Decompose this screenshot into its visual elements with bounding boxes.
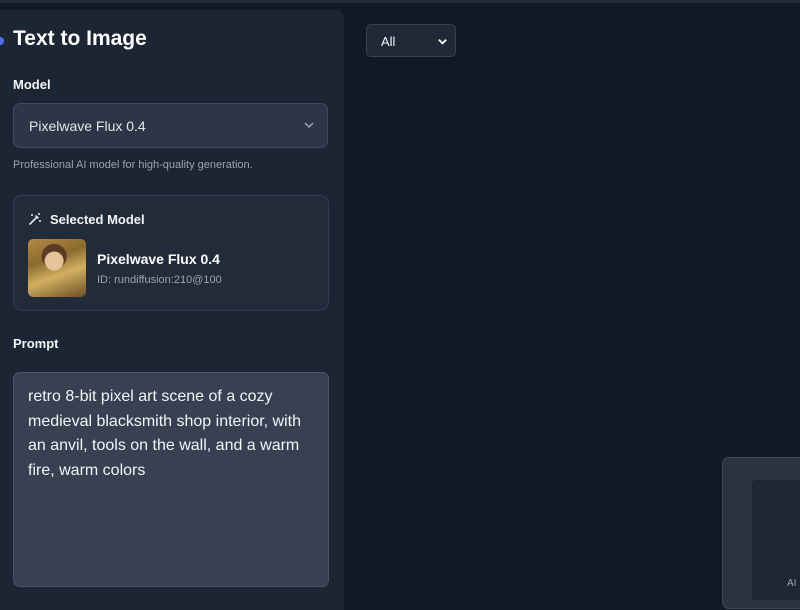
- selected-model-heading: Selected Model: [50, 212, 145, 227]
- filter-select[interactable]: All: [366, 24, 456, 57]
- model-hint: Professional AI model for high-quality g…: [13, 159, 253, 171]
- selected-model-id: ID: rundiffusion:210@100: [97, 274, 222, 286]
- filter-select-value: All: [381, 34, 396, 49]
- prompt-label: Prompt: [13, 336, 59, 351]
- selected-model-card: Selected Model Pixelwave Flux 0.4 ID: ru…: [13, 195, 329, 311]
- model-select-value: Pixelwave Flux 0.4: [29, 118, 146, 134]
- chevron-down-icon: [438, 39, 447, 45]
- generation-panel: Text to Image Model Pixelwave Flux 0.4 P…: [0, 10, 344, 610]
- accent-dot: [0, 37, 4, 45]
- page-title: Text to Image: [13, 27, 147, 50]
- model-select[interactable]: Pixelwave Flux 0.4: [13, 103, 328, 148]
- chevron-down-icon: [304, 122, 314, 129]
- ai-preview-widget[interactable]: AI: [722, 457, 800, 609]
- prompt-textarea[interactable]: retro 8-bit pixel art scene of a cozy me…: [13, 372, 329, 587]
- ai-badge: AI: [787, 578, 797, 589]
- magic-wand-icon: [29, 213, 41, 225]
- top-border: [0, 0, 800, 3]
- model-thumbnail: [28, 239, 86, 297]
- selected-model-name: Pixelwave Flux 0.4: [97, 251, 220, 267]
- model-label: Model: [13, 77, 51, 92]
